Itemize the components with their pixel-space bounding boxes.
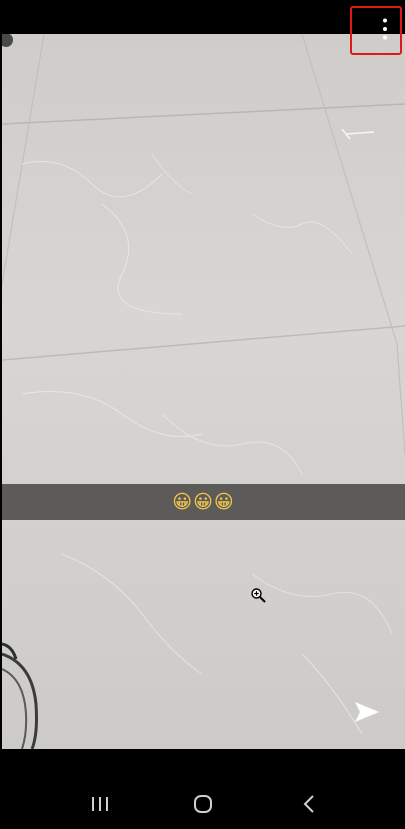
top-bar xyxy=(0,0,405,34)
recent-apps-button[interactable] xyxy=(87,791,113,817)
caption-text: 😀😀😀 xyxy=(172,490,235,513)
caption-bar[interactable]: 😀😀😀 xyxy=(2,484,405,520)
more-vertical-icon xyxy=(383,18,387,40)
snap-preview-screen: 😀😀😀 xyxy=(0,0,405,829)
recent-apps-icon xyxy=(92,797,108,811)
zoom-in-icon xyxy=(251,588,266,603)
more-options-button[interactable] xyxy=(350,6,402,55)
send-icon xyxy=(355,702,379,722)
home-button[interactable] xyxy=(190,791,216,817)
back-icon xyxy=(303,795,314,813)
floor-tiles-image xyxy=(2,34,405,735)
captured-photo[interactable]: 😀😀😀 xyxy=(2,34,405,749)
system-navigation-bar xyxy=(0,749,405,829)
send-button[interactable] xyxy=(353,700,381,724)
back-button[interactable] xyxy=(297,791,323,817)
home-icon xyxy=(194,795,212,813)
cable-in-photo xyxy=(2,642,38,749)
